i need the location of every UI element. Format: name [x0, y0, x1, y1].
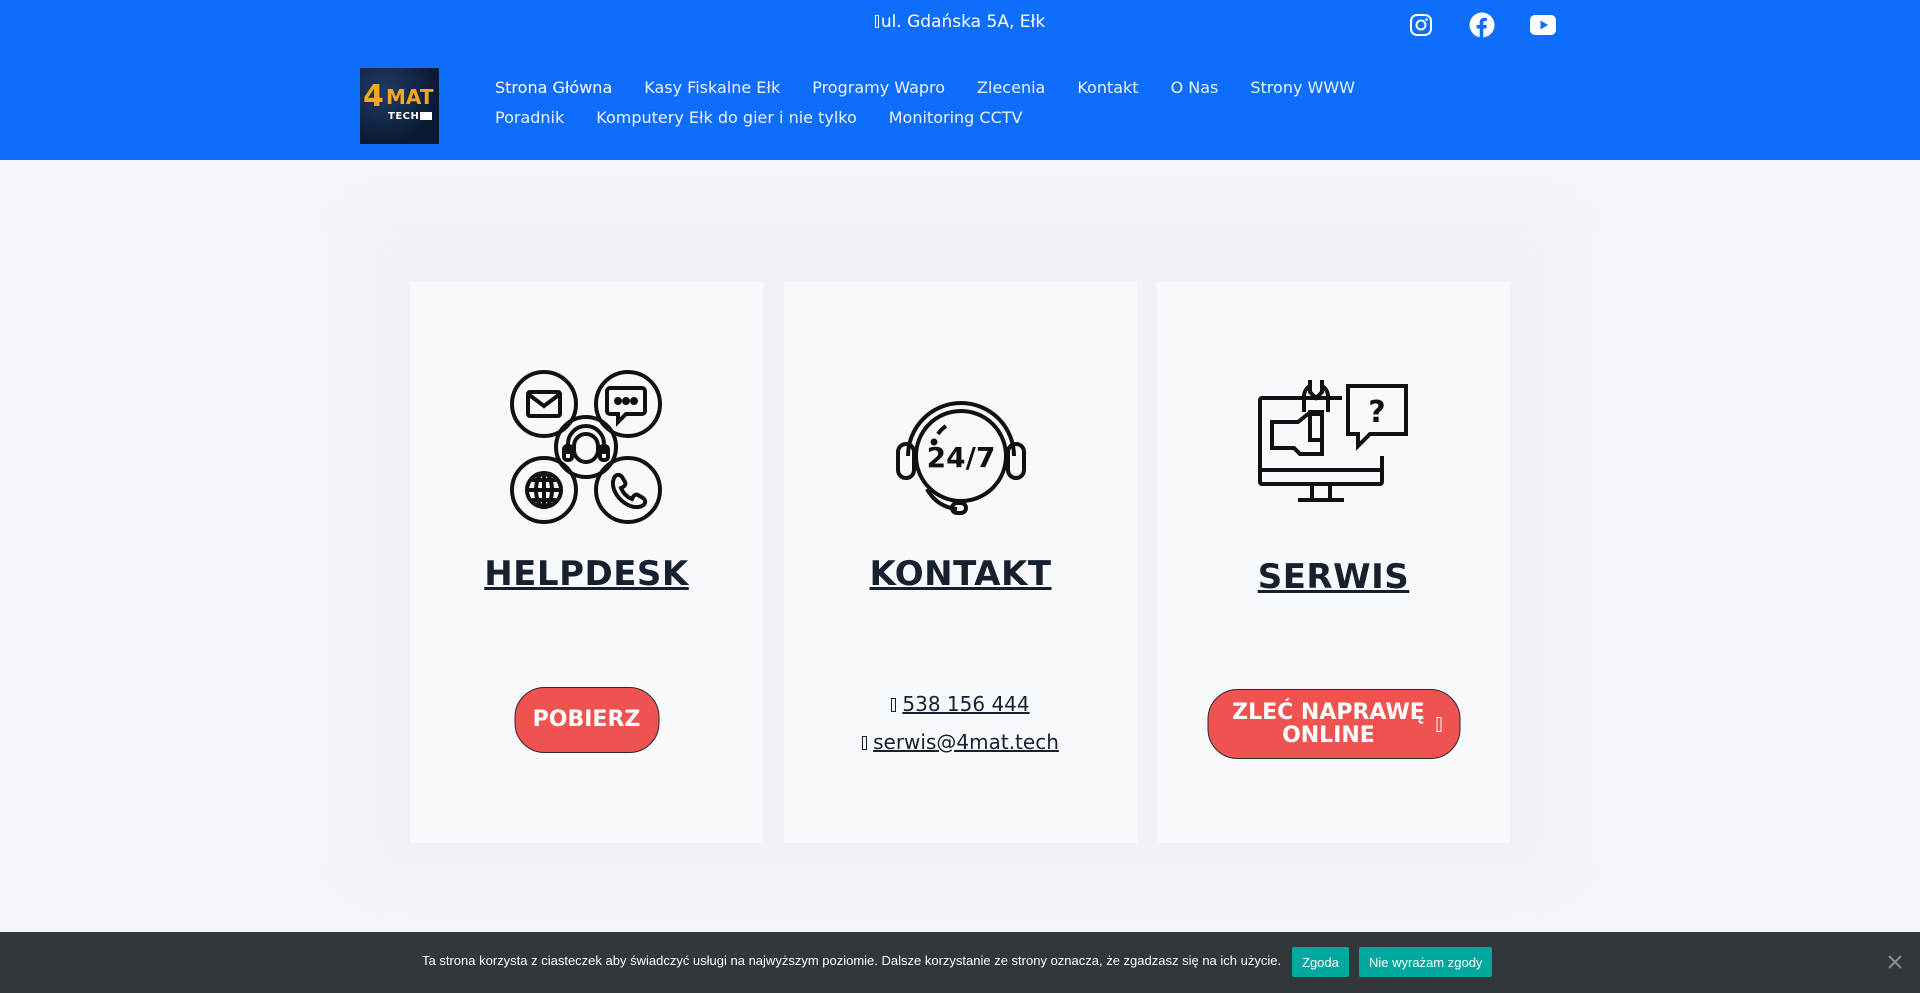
nav-item-kasy-fiskalne[interactable]: Kasy Fiskalne Ełk [644, 78, 780, 98]
repair-monitor-icon: ? [1257, 376, 1410, 508]
nav-item-programy-wapro[interactable]: Programy Wapro [812, 78, 945, 98]
nav-item-strona-glowna[interactable]: Strona Główna [495, 78, 612, 98]
helpdesk-card: HELPDESK POBIERZ [410, 282, 763, 843]
svg-text:24/7: 24/7 [926, 441, 995, 474]
kontakt-title[interactable]: KONTAKT [784, 554, 1137, 594]
nav-item-monitoring[interactable]: Monitoring CCTV [889, 108, 1023, 128]
pobierz-button[interactable]: POBIERZ [514, 687, 659, 753]
close-icon[interactable] [1887, 954, 1903, 970]
address-text: ul. Gdańska 5A, Ełk [0, 12, 1920, 32]
logo-tech-text: TECH [388, 111, 420, 122]
cookie-notice: Ta strona korzysta z ciasteczek aby świa… [0, 932, 1920, 993]
serwis-title[interactable]: SERWIS [1157, 557, 1510, 597]
nav-item-zlecenia[interactable]: Zlecenia [977, 78, 1045, 98]
arrow-icon [1436, 716, 1441, 732]
youtube-icon[interactable] [1529, 11, 1557, 39]
map-marker-icon [874, 15, 879, 28]
kontakt-card: 24/7 KONTAKT 538 156 444 serwis@4mat.tec… [784, 282, 1137, 843]
site-logo[interactable]: 4 MAT TECH [360, 68, 439, 144]
phone-icon [891, 698, 897, 712]
nav-item-poradnik[interactable]: Poradnik [495, 108, 564, 128]
cookie-text: Ta strona korzysta z ciasteczek aby świa… [422, 953, 1282, 968]
instagram-icon[interactable] [1407, 11, 1435, 39]
site-header: ul. Gdańska 5A, Ełk 4 MAT TECH Strona Gł… [0, 0, 1920, 160]
helpdesk-title[interactable]: HELPDESK [410, 554, 763, 594]
phone-link[interactable]: 538 156 444 [902, 692, 1029, 716]
nav-item-o-nas[interactable]: O Nas [1171, 78, 1219, 98]
serwis-card: ? SERWIS ZLEĆ NAPRAWĘ ONLINE [1157, 282, 1510, 843]
facebook-icon[interactable] [1468, 11, 1496, 39]
logo-mat-text: MAT [386, 85, 434, 109]
logo-bar [420, 112, 432, 120]
envelope-icon [862, 736, 868, 750]
cookie-accept-button[interactable]: Zgoda [1292, 947, 1349, 977]
nav-item-strony-www[interactable]: Strony WWW [1250, 78, 1355, 98]
zlec-naprawe-button[interactable]: ZLEĆ NAPRAWĘ ONLINE [1207, 689, 1460, 759]
email-line: serwis@4mat.tech [784, 730, 1137, 754]
helpdesk-icon [509, 370, 664, 528]
nav-item-kontakt[interactable]: Kontakt [1077, 78, 1138, 98]
svg-text:?: ? [1368, 395, 1385, 430]
phone-line: 538 156 444 [784, 692, 1137, 716]
main-nav: Strona Główna Kasy Fiskalne Ełk Programy… [495, 78, 1455, 128]
email-link[interactable]: serwis@4mat.tech [873, 730, 1059, 754]
zlec-naprawe-label: ZLEĆ NAPRAWĘ ONLINE [1232, 699, 1425, 748]
logo-number: 4 [363, 79, 384, 114]
support-24-7-icon: 24/7 [894, 394, 1028, 524]
nav-item-komputery[interactable]: Komputery Ełk do gier i nie tylko [596, 108, 856, 128]
cookie-decline-button[interactable]: Nie wyrażam zgody [1359, 947, 1493, 977]
